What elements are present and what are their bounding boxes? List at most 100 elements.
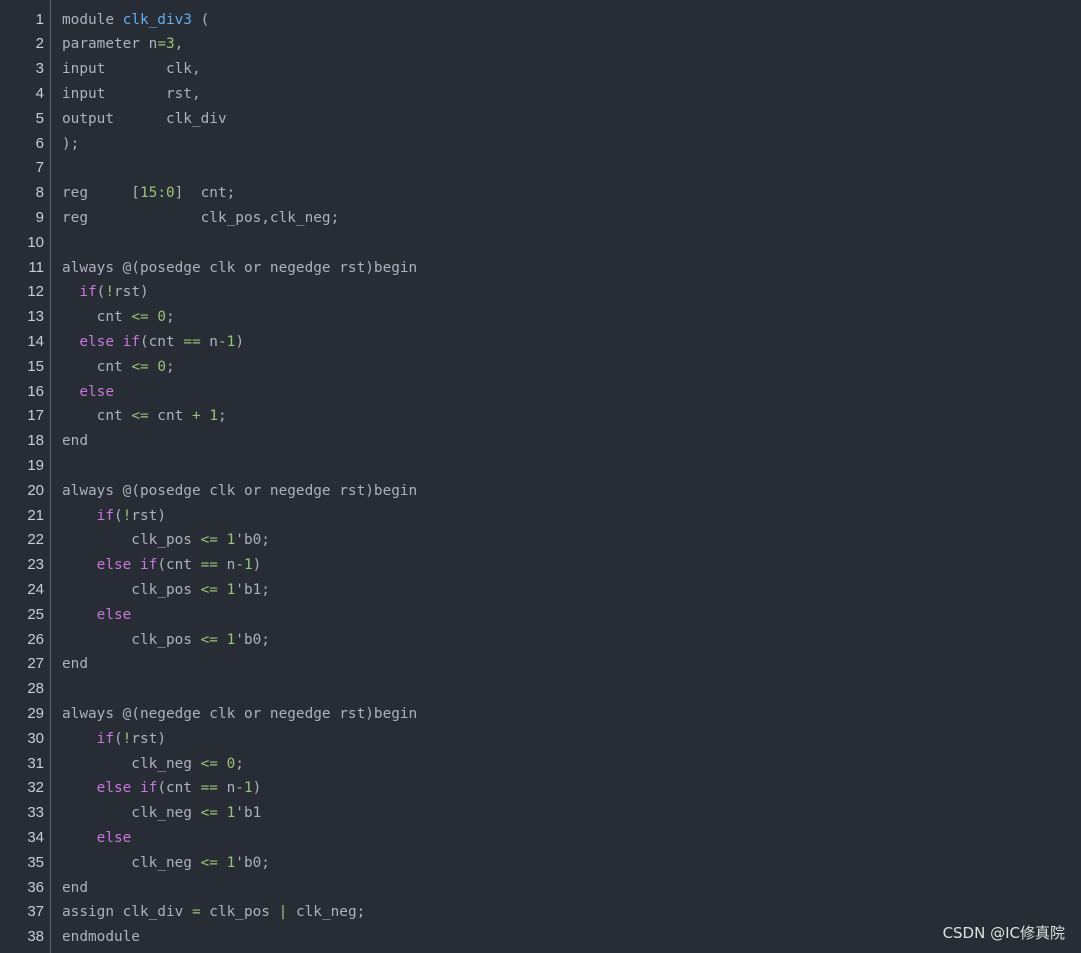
code-line: cnt <= 0; [62,355,175,380]
line-number: 4 [35,85,44,102]
code-line: cnt <= 0; [62,305,175,330]
code-token: (cnt [139,334,184,350]
code-token: <= [200,854,218,871]
code-line: always @(posedge clk or negedge rst)begi… [62,256,417,281]
code-token: ; [165,309,175,326]
code-line: parameter n=3, [62,32,183,57]
code-token: ( [113,730,123,747]
code-token: ) [252,557,262,574]
code-token: end [62,433,88,450]
code-line: if(!rst) [62,727,166,752]
line-number: 21 [27,506,44,524]
code-token: 0 [165,185,175,202]
line-number: 8 [35,184,44,202]
code-line: else [62,826,132,851]
code-token: clk_neg [62,755,201,772]
code-line: always @(posedge clk or negedge rst)begi… [62,479,417,504]
code-token: n [217,557,236,574]
code-line: assign clk_div = clk_pos | clk_neg; [62,900,365,925]
line-number: 3 [35,60,44,78]
code-token: rst) [131,730,166,747]
code-token: clk_neg [62,854,201,871]
code-line: input rst, [62,82,201,107]
line-number: 32 [27,779,44,797]
code-line: reg [15:0] cnt; [62,181,235,206]
code-token: ) [235,334,244,350]
code-token: = [191,904,201,921]
line-number: 10 [27,233,44,251]
code-token: always @(negedge clk or negedge rst)begi… [62,706,418,722]
code-line: end [62,652,88,677]
code-token: ; [235,755,244,772]
line-number: 38 [27,928,44,946]
code-token: (cnt [157,780,201,797]
code-token: cnt [62,309,132,326]
line-number: 5 [35,109,44,127]
code-editor: 1 2 3 4 5 6 7 8 9 10 11 12 13 14 15 16 17 18 19 20 21 22 23 24 2… [0,0,1081,953]
line-number: 35 [27,853,44,871]
code-token: <= [131,408,149,425]
code-line: input clk, [62,57,201,82]
line-number-gutter: 1 2 3 4 5 6 7 8 9 10 11 12 13 14 15 16 17 18 19 20 21 22 23 24 2… [0,0,51,953]
line-number: 26 [27,630,44,648]
code-line: end [62,429,88,454]
code-token: 1 [226,631,236,648]
line-number: 14 [27,333,44,350]
code-token: output clk_div [62,110,227,127]
line-number: 33 [27,804,44,822]
code-token: else if [79,334,140,350]
code-token: reg [ [62,185,140,202]
code-token: always @(posedge clk or negedge rst)begi… [62,259,418,276]
line-number: 34 [27,829,44,846]
code-token: 'b0; [235,631,270,648]
code-token: ! [105,284,114,301]
code-line: reg clk_pos,clk_neg; [62,206,339,231]
line-number: 37 [27,903,44,921]
code-token: clk_neg [62,805,201,822]
code-token: 0 [157,309,166,326]
code-token: 1 [209,408,218,425]
code-token: == [200,557,218,574]
line-number: 18 [27,432,44,450]
line-number: 22 [27,531,44,549]
code-line: if(!rst) [62,280,149,305]
code-token: ) [252,780,262,797]
line-number: 1 [35,10,44,28]
code-token: end [62,879,88,896]
code-token: input rst, [62,86,201,102]
code-token: reg clk_pos,clk_neg; [62,210,340,226]
code-token: <= [200,631,218,648]
line-number: 24 [27,581,44,598]
line-number: 23 [27,556,44,574]
code-token: else if [96,780,158,797]
code-token: assign clk_div [62,904,192,921]
code-token: else [96,830,132,846]
code-line: cnt <= cnt + 1; [62,404,227,429]
code-token: ( [113,507,123,524]
code-token: rst) [114,284,149,301]
line-number: 36 [27,878,44,896]
code-token: 'b0; [235,854,270,871]
line-number: 16 [27,382,44,400]
code-token: 1 [243,780,253,797]
code-line: else if(cnt == n-1) [62,776,262,801]
code-token: if [79,284,97,301]
code-token: <= [200,805,218,822]
code-token: <= [131,358,149,375]
code-token: 3 [165,36,175,53]
code-line: output clk_div [62,107,227,132]
code-token: 'b1; [235,582,270,598]
code-token: else if [96,557,158,574]
code-token: ( [191,11,210,28]
line-number: 2 [35,35,44,53]
line-number: 19 [27,457,44,474]
